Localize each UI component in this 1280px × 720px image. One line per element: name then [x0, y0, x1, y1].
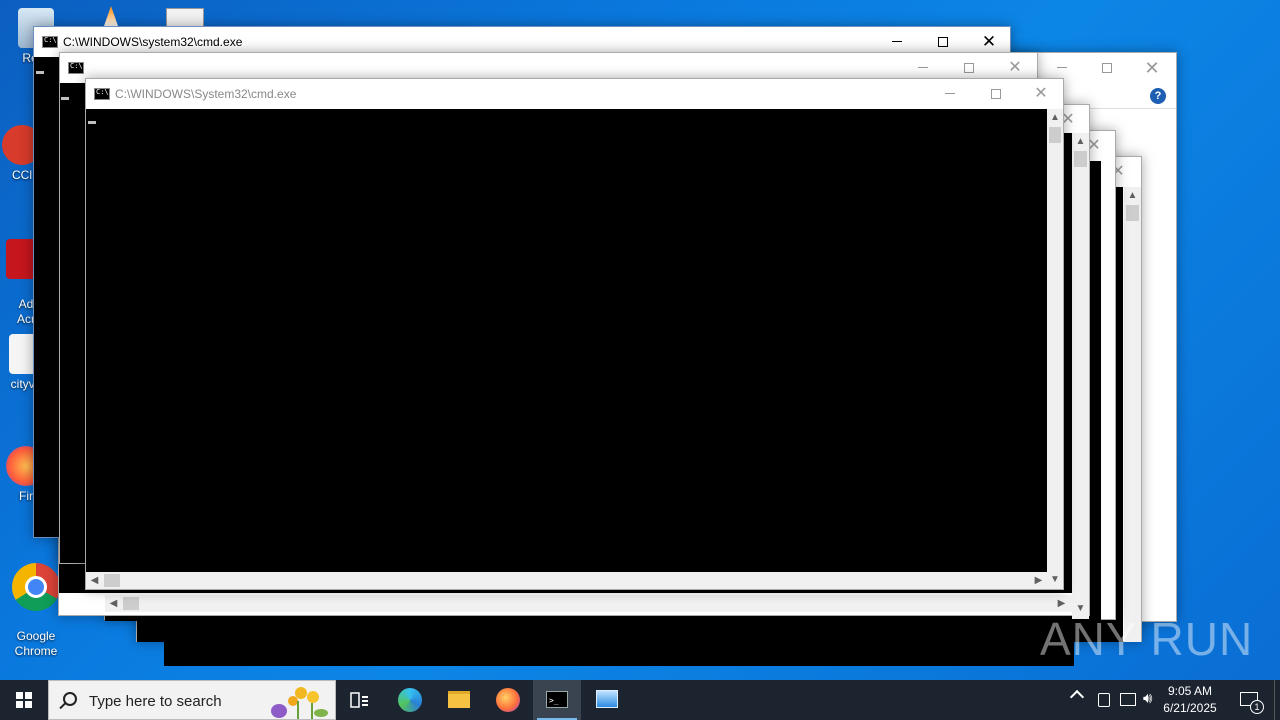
window-title: C:\WINDOWS\system32\cmd.exe — [63, 35, 243, 49]
vertical-scrollbar[interactable]: ▲ — [1124, 187, 1141, 642]
scroll-thumb[interactable] — [123, 597, 139, 610]
clock-time: 9:05 AM — [1167, 684, 1213, 698]
network-icon[interactable] — [1120, 693, 1136, 706]
cmd-icon — [68, 62, 84, 74]
scroll-up-arrow[interactable]: ▲ — [1047, 109, 1063, 126]
task-view-button[interactable] — [336, 680, 384, 720]
scroll-down-arrow[interactable]: ▼ — [1047, 571, 1063, 588]
cmd-icon — [42, 36, 58, 48]
control-panel-icon — [596, 690, 618, 708]
firefox-button[interactable] — [484, 680, 532, 720]
taskbar: Type here to search >_ 🔊︎ 9:05 AM 6/21/2… — [0, 680, 1280, 720]
system-tray: 🔊︎ — [1068, 680, 1166, 720]
title-bar[interactable]: C:\WINDOWS\System32\cmd.exe — [86, 79, 1063, 109]
clock-date: 6/21/2025 — [1163, 701, 1217, 715]
horizontal-scrollbar[interactable]: ◀ ▶ — [86, 572, 1047, 589]
firefox-icon — [496, 688, 520, 712]
vlc-icon[interactable] — [104, 6, 118, 26]
edge-button[interactable] — [386, 680, 434, 720]
clock[interactable]: 9:05 AM 6/21/2025 — [1156, 683, 1224, 717]
vertical-scrollbar[interactable]: ▲ ▼ — [1047, 109, 1063, 589]
scroll-right-arrow[interactable]: ▶ — [1053, 595, 1070, 612]
close-button[interactable]: ✕ — [1129, 53, 1175, 83]
close-button[interactable]: ✕ — [1018, 79, 1064, 109]
horizontal-scrollbar[interactable]: ◀ ▶ — [105, 595, 1072, 612]
console-area[interactable] — [86, 109, 1047, 572]
search-placeholder: Type here to search — [89, 693, 222, 710]
file-explorer-button[interactable] — [435, 680, 483, 720]
text-cursor — [36, 71, 44, 74]
flowers-decoration-icon — [271, 687, 328, 719]
scroll-up-arrow[interactable]: ▲ — [1124, 187, 1141, 204]
printer-file-icon[interactable] — [166, 8, 204, 28]
vertical-scrollbar[interactable]: ▲ ▼ — [1072, 133, 1089, 619]
cmd-icon: >_ — [546, 691, 568, 708]
scroll-thumb[interactable] — [104, 574, 120, 587]
folder-icon — [448, 691, 470, 708]
security-icon[interactable] — [1098, 693, 1110, 707]
text-cursor — [88, 121, 96, 124]
notification-count-badge: 1 — [1250, 700, 1264, 714]
maximize-button[interactable] — [1084, 53, 1130, 83]
maximize-button[interactable] — [973, 79, 1019, 109]
notification-center-button[interactable]: 1 — [1232, 680, 1268, 720]
start-button[interactable] — [0, 680, 48, 720]
show-desktop-button[interactable] — [1274, 680, 1280, 720]
desktop: Recy CCl Ad Acr cityvi Fir Google Chrome… — [0, 0, 1280, 680]
watermark: ANY RUN — [1040, 613, 1254, 665]
cmd-taskbar-button[interactable]: >_ — [533, 680, 581, 720]
cmd-window-3[interactable]: C:\WINDOWS\System32\cmd.exe ✕ ▲ ▼ ◀ ▶ — [85, 78, 1064, 590]
scroll-thumb[interactable] — [1126, 205, 1139, 221]
text-cursor — [61, 97, 69, 100]
scroll-left-arrow[interactable]: ◀ — [105, 595, 122, 612]
scroll-up-arrow[interactable]: ▲ — [1072, 133, 1089, 150]
help-icon[interactable]: ? — [1150, 88, 1166, 104]
control-panel-taskbar-button[interactable] — [583, 680, 631, 720]
cmd-icon — [94, 88, 110, 100]
scroll-right-arrow[interactable]: ▶ — [1030, 572, 1047, 589]
task-view-icon — [350, 692, 368, 708]
desktop-icon-label: Google Chrome — [14, 629, 58, 658]
scroll-thumb[interactable] — [1049, 127, 1061, 143]
search-box[interactable]: Type here to search — [48, 680, 336, 720]
windows-logo-icon — [16, 692, 32, 708]
volume-icon[interactable]: 🔊︎ — [1143, 690, 1152, 707]
edge-icon — [398, 688, 422, 712]
scroll-thumb[interactable] — [1074, 151, 1087, 167]
search-icon — [63, 692, 77, 706]
show-hidden-icons-chevron-icon[interactable] — [1069, 689, 1085, 705]
minimize-button[interactable] — [927, 79, 973, 109]
scroll-left-arrow[interactable]: ◀ — [86, 572, 103, 589]
window-title: C:\WINDOWS\System32\cmd.exe — [115, 87, 297, 101]
